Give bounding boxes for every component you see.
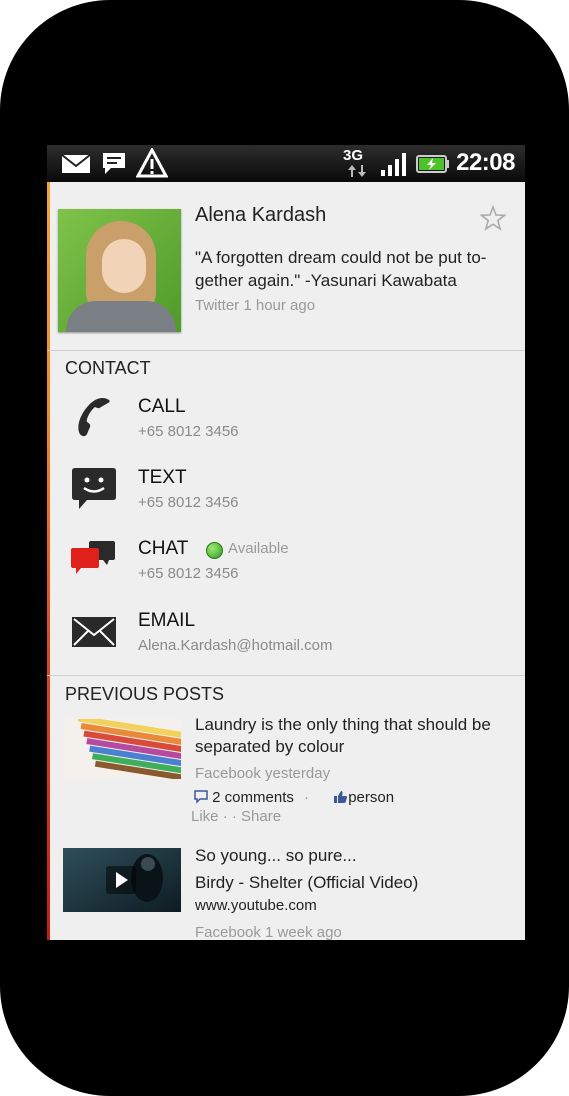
comment-icon — [194, 790, 208, 804]
contact-email[interactable]: EMAIL Alena.Kardash@hotmail.com — [47, 602, 525, 666]
phone-frame: 3G 22:08 Alena Kardash "A forgotten drea… — [0, 0, 569, 1096]
clock: 22:08 — [456, 149, 515, 176]
post-thumbnail-pencils[interactable] — [64, 719, 181, 779]
contact-label: EMAIL — [138, 610, 196, 631]
contact-value: Alena.Kardash@hotmail.com — [138, 637, 333, 654]
like-person[interactable]: person — [348, 789, 394, 806]
envelope-icon — [72, 617, 116, 647]
status-bar: 3G 22:08 — [47, 145, 525, 182]
battery-charging-icon — [416, 155, 449, 173]
contact-label: CHAT — [138, 538, 189, 559]
like-link[interactable]: Like — [191, 808, 219, 825]
post-text: Laundry is the only thing that should be… — [195, 715, 491, 756]
posts-section-title: PREVIOUS POSTS — [65, 684, 225, 704]
contact-value: +65 8012 3456 — [138, 565, 239, 582]
phone-icon — [78, 398, 110, 437]
warning-icon — [136, 148, 168, 178]
contact-section-title: CONTACT — [65, 358, 151, 378]
separator-dot: · — [304, 789, 310, 806]
contact-value: +65 8012 3456 — [138, 423, 239, 440]
network-type: 3G — [343, 147, 364, 164]
status-source: Twitter 1 hour ago — [195, 297, 316, 314]
favorite-star-icon[interactable] — [480, 205, 506, 231]
post-link-url[interactable]: www.youtube.com — [195, 895, 515, 917]
post-links: Like · · Share — [191, 808, 281, 825]
separator-dot: · — [231, 808, 242, 825]
message-icon — [103, 153, 125, 174]
signal-icon — [381, 153, 406, 176]
profile-name: Alena Kardash — [195, 204, 327, 226]
sms-icon — [72, 468, 116, 509]
contact-text[interactable]: TEXT +65 8012 3456 — [47, 459, 525, 523]
thumbs-up-icon — [334, 791, 348, 803]
comments-link[interactable]: 2 comments — [212, 789, 294, 806]
contact-label: TEXT — [138, 467, 187, 488]
mail-icon — [61, 154, 91, 173]
data-arrows-icon — [348, 165, 366, 177]
available-dot-icon — [206, 542, 223, 559]
profile-header: Alena Kardash "A forgotten dream could n… — [47, 182, 525, 351]
post-text-line2: Birdy - Shelter (Official Video) — [195, 873, 419, 892]
availability-text: Available — [228, 540, 289, 557]
contact-chat[interactable]: CHAT Available +65 8012 3456 — [47, 530, 525, 594]
contact-label: CALL — [138, 396, 186, 417]
post-thumbnail-video[interactable] — [63, 848, 181, 912]
post-meta: Facebook yesterday — [195, 765, 331, 782]
post-text-line1: So young... so pure... — [195, 846, 357, 865]
section-divider — [47, 675, 525, 676]
post-actions: 2 comments · person — [194, 789, 394, 806]
share-link[interactable]: Share — [241, 808, 281, 825]
chat-icon — [71, 541, 115, 574]
post-meta: Facebook 1 week ago — [195, 924, 342, 940]
contact-value: +65 8012 3456 — [138, 494, 239, 511]
contact-call[interactable]: CALL +65 8012 3456 — [47, 388, 525, 452]
avatar[interactable] — [58, 209, 181, 332]
status-quote: "A forgotten dream could not be put to-g… — [195, 248, 487, 290]
separator-dot: · — [222, 808, 232, 825]
screen: 3G 22:08 Alena Kardash "A forgotten drea… — [47, 145, 525, 940]
